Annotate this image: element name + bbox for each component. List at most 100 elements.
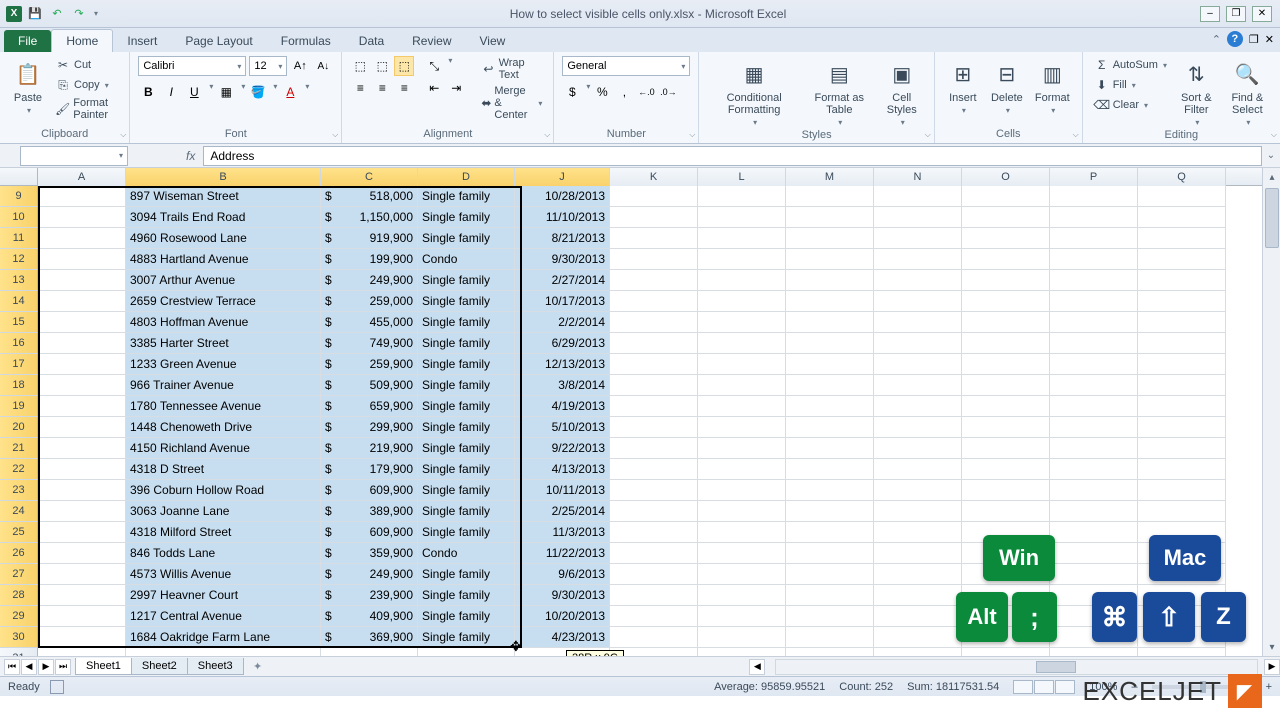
- clear-button[interactable]: ⌫Clear▾: [1091, 96, 1170, 114]
- cut-button[interactable]: ✂Cut: [52, 56, 121, 74]
- find-select-button[interactable]: 🔍Find & Select▾: [1223, 56, 1272, 129]
- cell[interactable]: 4/23/2013: [515, 627, 610, 648]
- cell[interactable]: [874, 396, 962, 417]
- cell[interactable]: [786, 291, 874, 312]
- cell[interactable]: 966 Trainer Avenue: [126, 375, 321, 396]
- cell[interactable]: [962, 459, 1050, 480]
- cell[interactable]: [698, 480, 786, 501]
- cell[interactable]: $259,900: [321, 354, 418, 375]
- redo-icon[interactable]: ↷: [70, 5, 88, 23]
- fx-icon[interactable]: fx: [178, 149, 203, 163]
- column-header-M[interactable]: M: [786, 168, 874, 186]
- column-header-A[interactable]: A: [38, 168, 126, 186]
- cell[interactable]: [874, 312, 962, 333]
- cell[interactable]: 10/20/2013: [515, 606, 610, 627]
- row-header[interactable]: 27: [0, 564, 38, 585]
- tab-home[interactable]: Home: [51, 29, 113, 52]
- name-box[interactable]: ▾: [20, 146, 128, 166]
- cell[interactable]: [1138, 396, 1226, 417]
- cell[interactable]: [786, 207, 874, 228]
- italic-button[interactable]: I: [161, 82, 181, 102]
- cell[interactable]: [1138, 312, 1226, 333]
- formula-input[interactable]: Address: [203, 146, 1262, 166]
- cell[interactable]: $509,900: [321, 375, 418, 396]
- cell[interactable]: [698, 249, 786, 270]
- maximize-button[interactable]: ❐: [1226, 6, 1246, 22]
- cell[interactable]: Condo: [418, 249, 515, 270]
- cell[interactable]: [698, 564, 786, 585]
- cell[interactable]: 846 Todds Lane: [126, 543, 321, 564]
- cell[interactable]: [38, 354, 126, 375]
- cell[interactable]: 1448 Chenoweth Drive: [126, 417, 321, 438]
- cell[interactable]: [1050, 312, 1138, 333]
- cell[interactable]: $249,900: [321, 564, 418, 585]
- row-header[interactable]: 28: [0, 585, 38, 606]
- fill-color-button[interactable]: 🪣: [248, 82, 268, 102]
- cell[interactable]: 4150 Richland Avenue: [126, 438, 321, 459]
- row-header[interactable]: 11: [0, 228, 38, 249]
- cell[interactable]: [38, 501, 126, 522]
- cell[interactable]: [1138, 480, 1226, 501]
- cell[interactable]: Single family: [418, 480, 515, 501]
- cell[interactable]: $219,900: [321, 438, 418, 459]
- cell[interactable]: 1217 Central Avenue: [126, 606, 321, 627]
- cell[interactable]: Single family: [418, 417, 515, 438]
- cell[interactable]: [1138, 438, 1226, 459]
- column-header-K[interactable]: K: [610, 168, 698, 186]
- cell[interactable]: 9/22/2013: [515, 438, 610, 459]
- column-header-P[interactable]: P: [1050, 168, 1138, 186]
- cell-styles-button[interactable]: ▣Cell Styles▾: [878, 56, 926, 129]
- align-right-icon[interactable]: ≡: [394, 78, 414, 98]
- cell[interactable]: [962, 354, 1050, 375]
- cell[interactable]: [786, 522, 874, 543]
- minimize-ribbon-icon[interactable]: ⌃: [1212, 33, 1221, 46]
- cell[interactable]: [698, 291, 786, 312]
- cell[interactable]: 897 Wiseman Street: [126, 186, 321, 207]
- cell[interactable]: [874, 270, 962, 291]
- increase-font-icon[interactable]: A↑: [290, 56, 310, 76]
- row-header[interactable]: 13: [0, 270, 38, 291]
- cell[interactable]: [698, 438, 786, 459]
- horizontal-scrollbar[interactable]: [775, 659, 1258, 675]
- expand-formula-icon[interactable]: ⌄: [1262, 150, 1280, 161]
- cell[interactable]: $749,900: [321, 333, 418, 354]
- cell[interactable]: 2659 Crestview Terrace: [126, 291, 321, 312]
- cell[interactable]: Single family: [418, 585, 515, 606]
- tab-file[interactable]: File: [4, 30, 51, 52]
- cell[interactable]: [962, 417, 1050, 438]
- decrease-indent-icon[interactable]: ⇤: [424, 78, 444, 98]
- cell[interactable]: [698, 186, 786, 207]
- cell[interactable]: 4803 Hoffman Avenue: [126, 312, 321, 333]
- align-left-icon[interactable]: ≡: [350, 78, 370, 98]
- row-header[interactable]: 18: [0, 375, 38, 396]
- cell[interactable]: [610, 522, 698, 543]
- align-bottom-icon[interactable]: ⬚: [394, 56, 414, 76]
- cell[interactable]: [874, 585, 962, 606]
- row-header[interactable]: 9: [0, 186, 38, 207]
- cell[interactable]: 11/10/2013: [515, 207, 610, 228]
- border-button[interactable]: ▦: [216, 82, 236, 102]
- delete-cells-button[interactable]: ⊟Delete▾: [987, 56, 1027, 117]
- cell[interactable]: Single family: [418, 438, 515, 459]
- cell[interactable]: $369,900: [321, 627, 418, 648]
- cell[interactable]: [874, 186, 962, 207]
- cell[interactable]: [874, 249, 962, 270]
- cell[interactable]: [698, 417, 786, 438]
- cell[interactable]: [38, 606, 126, 627]
- workbook-restore-icon[interactable]: ❐: [1249, 33, 1259, 46]
- cell[interactable]: [874, 417, 962, 438]
- cell[interactable]: [786, 228, 874, 249]
- cell[interactable]: [962, 501, 1050, 522]
- cell[interactable]: [610, 627, 698, 648]
- cell[interactable]: Single family: [418, 354, 515, 375]
- cell[interactable]: [962, 270, 1050, 291]
- cell[interactable]: [1050, 375, 1138, 396]
- cell[interactable]: [38, 375, 126, 396]
- cell[interactable]: [874, 564, 962, 585]
- cell[interactable]: [610, 459, 698, 480]
- cell[interactable]: 2/27/2014: [515, 270, 610, 291]
- row-header[interactable]: 30: [0, 627, 38, 648]
- merge-center-button[interactable]: ⬌Merge & Center▾: [478, 84, 545, 122]
- row-header[interactable]: 12: [0, 249, 38, 270]
- format-cells-button[interactable]: ▥Format▾: [1031, 56, 1074, 117]
